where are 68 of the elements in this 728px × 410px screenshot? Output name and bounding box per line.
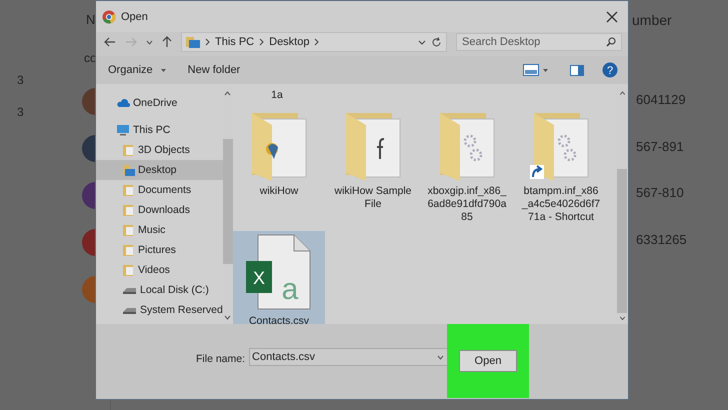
- folder-icon: [186, 36, 200, 48]
- file-name: 1a: [270, 89, 284, 102]
- nav-item[interactable]: Downloads: [96, 200, 223, 220]
- phone-number: 6331265: [635, 232, 688, 248]
- view-icon[interactable]: [523, 64, 539, 76]
- search-icon: [606, 37, 616, 47]
- file-item[interactable]: xboxgip.inf_x86_6ad8e91dfd790a85: [421, 109, 513, 227]
- nav-item[interactable]: 3D Objects: [96, 140, 223, 160]
- nav-item[interactable]: Videos: [96, 260, 223, 280]
- nav-item[interactable]: Desktop: [96, 160, 223, 180]
- folder-icon: [123, 164, 135, 176]
- preview-pane-icon[interactable]: [570, 64, 584, 76]
- search-field[interactable]: Search Desktop: [456, 33, 622, 51]
- address-bar[interactable]: This PC Desktop: [181, 32, 447, 52]
- column-header: N: [86, 12, 96, 27]
- breadcrumb[interactable]: This PC: [215, 36, 254, 48]
- file-item[interactable]: btampm.inf_x86_a4c5e4026d6f771a - Shortcut: [515, 109, 607, 227]
- caret-icon[interactable]: [146, 40, 153, 44]
- help-icon[interactable]: ?: [602, 62, 618, 78]
- nav-item[interactable]: OneDrive: [96, 93, 223, 113]
- nav-item[interactable]: This PC: [96, 120, 223, 140]
- refresh-icon[interactable]: [431, 36, 442, 48]
- organize-button[interactable]: Organize: [104, 62, 157, 78]
- window-title: Open: [121, 10, 148, 22]
- nav-item[interactable]: System Reserved: [96, 300, 223, 320]
- field-label: File name:: [196, 353, 246, 365]
- scroll-up-icon[interactable]: [618, 91, 626, 96]
- chevron-icon: [205, 38, 210, 46]
- caret-icon: [437, 355, 444, 360]
- browser-logo-icon: [102, 10, 116, 24]
- nav-item[interactable]: Documents: [96, 180, 223, 200]
- chevron-icon: [314, 38, 320, 46]
- new-folder-button[interactable]: New folder: [184, 62, 244, 78]
- open-button[interactable]: Open: [459, 350, 517, 372]
- folder-icon: [123, 184, 135, 196]
- caret-icon: [160, 68, 166, 72]
- chevron-icon: [259, 38, 264, 46]
- scroll-up-icon[interactable]: [224, 91, 232, 96]
- phone-number: 567-810: [635, 185, 685, 202]
- scroll-down-icon[interactable]: [618, 316, 626, 320]
- drive-icon: [123, 286, 137, 294]
- folder-icon: [123, 244, 135, 256]
- contact-count: 3: [17, 73, 25, 87]
- nav-item[interactable]: Local Disk (C:): [96, 280, 223, 300]
- close-icon[interactable]: [606, 10, 618, 22]
- nav-item[interactable]: Music: [96, 220, 223, 240]
- drive-icon: [123, 306, 137, 314]
- nav-item[interactable]: Pictures: [96, 240, 223, 260]
- computer-icon: [116, 124, 130, 136]
- folder-icon: [123, 144, 135, 156]
- file-item[interactable]: wikiHow Sample File: [327, 109, 419, 227]
- back-arrow-icon[interactable]: [104, 37, 116, 47]
- scrollbar[interactable]: [222, 87, 233, 324]
- folder-icon: [123, 264, 135, 276]
- phone-number: 567-891: [635, 138, 685, 156]
- file-name-field[interactable]: Contacts.csv: [249, 348, 450, 366]
- caret-icon[interactable]: [418, 40, 426, 44]
- column-header: umber: [632, 12, 673, 28]
- cloud-icon: [116, 98, 130, 108]
- breadcrumb[interactable]: Desktop: [269, 36, 310, 48]
- contact-count: 3: [17, 105, 25, 119]
- up-arrow-icon[interactable]: [162, 36, 172, 48]
- scroll-down-icon[interactable]: [224, 315, 232, 320]
- folder-icon: [123, 224, 135, 236]
- file-item[interactable]: wikiHow: [233, 109, 325, 227]
- caret-icon[interactable]: [543, 68, 548, 72]
- phone-number: 6041129: [635, 92, 687, 109]
- folder-icon: [123, 204, 135, 216]
